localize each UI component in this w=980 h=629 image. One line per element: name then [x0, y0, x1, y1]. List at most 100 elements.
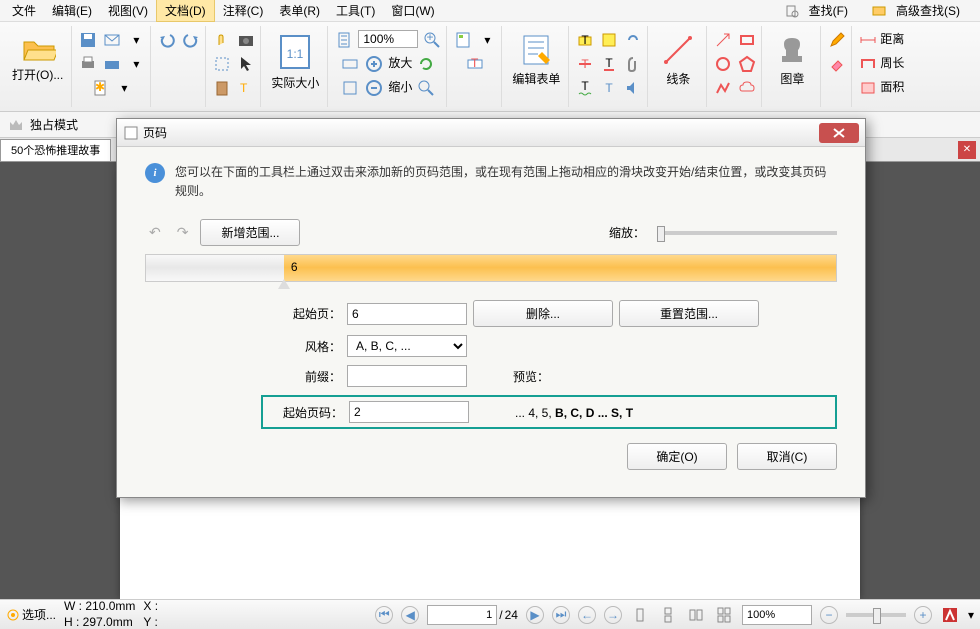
save-icon[interactable]	[78, 30, 98, 50]
pointer-icon[interactable]	[236, 54, 256, 74]
sound-icon[interactable]	[623, 78, 643, 98]
edit-form-button[interactable]: 编辑表单	[508, 28, 564, 91]
continuous-icon[interactable]	[658, 605, 678, 625]
squiggly-icon[interactable]: T	[575, 78, 595, 98]
caret-icon[interactable]: T	[599, 78, 619, 98]
new-icon[interactable]: ✱	[90, 78, 110, 98]
find-button[interactable]: 查找(F)	[777, 0, 864, 23]
facing-icon[interactable]	[686, 605, 706, 625]
style-select[interactable]: A, B, C, ...	[347, 335, 467, 357]
rect-icon[interactable]	[737, 30, 757, 50]
note-icon[interactable]	[599, 30, 619, 50]
exclusive-mode-button[interactable]: 独占模式	[30, 116, 78, 133]
link-tool-icon[interactable]	[623, 30, 643, 50]
zoom-input[interactable]	[742, 605, 812, 625]
eraser-icon[interactable]	[827, 54, 847, 74]
zoomout-icon[interactable]	[364, 78, 384, 98]
startnum-input[interactable]	[349, 401, 469, 423]
zoom-in-button[interactable]: +	[914, 606, 932, 624]
highlight-icon[interactable]: T	[575, 30, 595, 50]
back-button[interactable]: ←	[578, 606, 596, 624]
range-ruler[interactable]: 6	[145, 254, 837, 282]
zoom-slider[interactable]	[657, 231, 837, 235]
attach-icon[interactable]	[623, 54, 643, 74]
cancel-button[interactable]: 取消(C)	[737, 443, 837, 470]
menu-view[interactable]: 视图(V)	[100, 0, 156, 21]
menu-document[interactable]: 文档(D)	[156, 0, 215, 22]
menu-window[interactable]: 窗口(W)	[383, 0, 442, 21]
print-icon[interactable]	[78, 54, 98, 74]
zoomin-icon[interactable]	[364, 54, 384, 74]
single-page-icon[interactable]	[630, 605, 650, 625]
actual-size-button[interactable]: 1:1 实际大小	[267, 28, 323, 95]
snapshot-icon[interactable]	[236, 30, 256, 50]
circle-icon[interactable]	[713, 54, 733, 74]
underline-icon[interactable]: T	[599, 54, 619, 74]
select-icon[interactable]	[212, 54, 232, 74]
svg-text:+: +	[427, 31, 434, 44]
undo-button[interactable]: ↶	[145, 224, 165, 241]
pencil-icon[interactable]	[827, 30, 847, 50]
menu-tool[interactable]: 工具(T)	[328, 0, 383, 21]
lines-button[interactable]: 线条	[654, 28, 702, 91]
email-icon[interactable]	[102, 30, 122, 50]
forward-button[interactable]: →	[604, 606, 622, 624]
hand-icon[interactable]	[212, 30, 232, 50]
zoom-out-button[interactable]: −	[820, 606, 838, 624]
loupe-icon[interactable]	[416, 78, 436, 98]
open-button[interactable]: 打开(O)...	[8, 28, 67, 87]
continuous-facing-icon[interactable]	[714, 605, 734, 625]
range-thumb[interactable]	[278, 279, 290, 293]
text-select-icon[interactable]: T	[236, 78, 256, 98]
zoom-combo[interactable]	[358, 30, 418, 48]
text-field-icon[interactable]: T	[465, 54, 485, 74]
menu-chevron-icon[interactable]: ▾	[968, 608, 974, 622]
strikeout-icon[interactable]: T	[575, 54, 595, 74]
refresh-icon[interactable]	[416, 54, 436, 74]
menu-form[interactable]: 表单(R)	[271, 0, 328, 21]
menu-comment[interactable]: 注释(C)	[215, 0, 272, 21]
menu-file[interactable]: 文件	[4, 0, 44, 21]
options-button[interactable]: 选项...	[6, 606, 56, 623]
dialog-close-button[interactable]	[819, 123, 859, 143]
redo-button[interactable]: ↷	[173, 224, 193, 241]
distance-icon[interactable]	[858, 30, 878, 50]
dropdown-icon[interactable]: ▾	[477, 30, 497, 50]
fit-visible-icon[interactable]	[340, 78, 360, 98]
polyline-icon[interactable]	[713, 78, 733, 98]
next-page-button[interactable]: ▶	[526, 606, 544, 624]
dropdown-icon[interactable]: ▾	[126, 30, 146, 50]
svg-text:T: T	[471, 56, 479, 70]
polygon-icon[interactable]	[737, 54, 757, 74]
perimeter-icon[interactable]	[858, 54, 878, 74]
cloud-icon[interactable]	[737, 78, 757, 98]
last-page-button[interactable]: ⏭	[552, 606, 570, 624]
fit-page-icon[interactable]	[334, 30, 354, 50]
redo-icon[interactable]	[181, 30, 201, 50]
first-page-button[interactable]: ⏮	[375, 606, 393, 624]
arrow-icon[interactable]	[713, 30, 733, 50]
reset-range-button[interactable]: 重置范围...	[619, 300, 759, 327]
scan-icon[interactable]	[102, 54, 122, 74]
advanced-find-button[interactable]: 高级查找(S)	[864, 0, 976, 23]
delete-button[interactable]: 删除...	[473, 300, 613, 327]
prev-page-button[interactable]: ◀	[401, 606, 419, 624]
document-tab[interactable]: 50个恐怖推理故事	[0, 139, 111, 161]
startpage-input[interactable]	[347, 303, 467, 325]
prefix-input[interactable]	[347, 365, 467, 387]
zoom-btn-icon[interactable]: +	[422, 30, 442, 50]
dropdown-icon[interactable]: ▾	[126, 54, 146, 74]
form-icon[interactable]	[453, 30, 473, 50]
zoom-slider-status[interactable]	[846, 613, 906, 617]
undo-icon[interactable]	[157, 30, 177, 50]
new-range-button[interactable]: 新增范围...	[200, 219, 300, 246]
page-input[interactable]	[427, 605, 497, 625]
stamp-button[interactable]: 图章	[768, 28, 816, 91]
link-icon[interactable]: ▾	[114, 78, 134, 98]
close-tab-button[interactable]: ✕	[958, 141, 976, 159]
menu-edit[interactable]: 编辑(E)	[44, 0, 100, 21]
area-icon[interactable]	[858, 78, 878, 98]
fit-width-icon[interactable]	[340, 54, 360, 74]
ok-button[interactable]: 确定(O)	[627, 443, 727, 470]
clipboard-icon[interactable]	[212, 78, 232, 98]
